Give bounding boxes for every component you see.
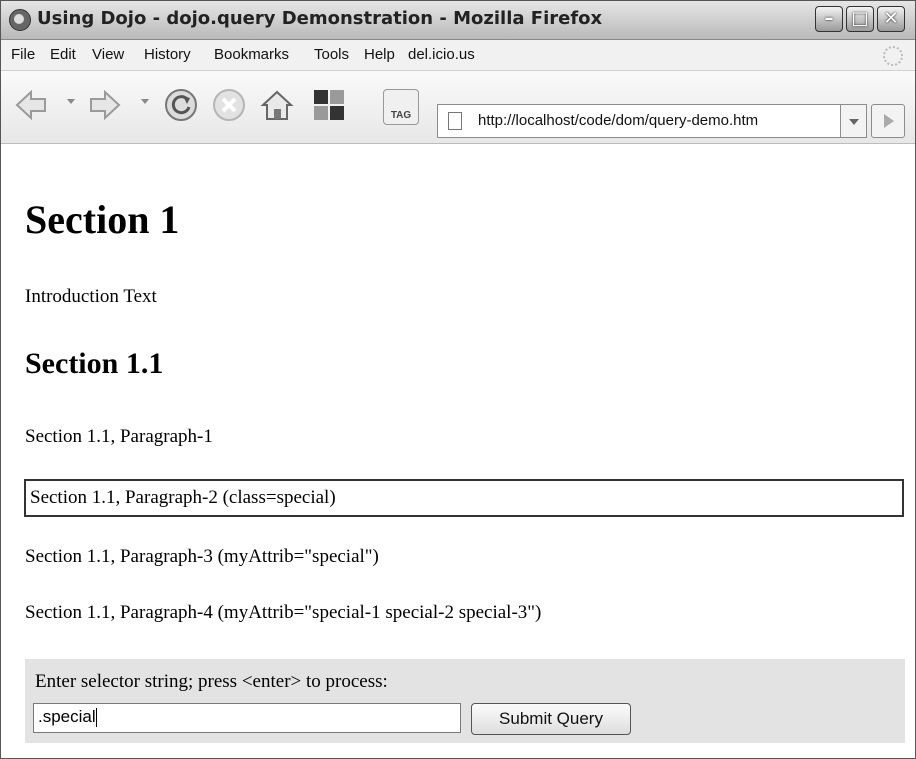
maximize-button[interactable]: □ (846, 6, 874, 32)
activity-spinner-icon (883, 46, 903, 66)
dashboard-icon[interactable] (311, 87, 347, 123)
section-heading-1-1: Section 1.1 (25, 347, 164, 380)
paragraph-3: Section 1.1, Paragraph-3 (myAttrib="spec… (25, 546, 379, 567)
paragraph-2-highlighted: Section 1.1, Paragraph-2 (class=special) (24, 479, 904, 517)
page-content: Section 1 Introduction Text Section 1.1 … (1, 144, 915, 758)
forward-dropdown-icon[interactable] (141, 99, 149, 104)
menu-help[interactable]: Help (364, 46, 395, 63)
intro-paragraph: Introduction Text (25, 286, 157, 307)
window-title: Using Dojo - dojo.query Demonstration - … (37, 8, 603, 29)
menu-tools[interactable]: Tools (314, 46, 349, 63)
page-icon (448, 112, 462, 130)
url-bar[interactable]: http://localhost/code/dom/query-demo.htm (437, 104, 841, 138)
back-icon[interactable] (13, 87, 49, 123)
navigation-toolbar: TAG http://localhost/code/dom/query-demo… (1, 71, 915, 144)
title-bar: Using Dojo - dojo.query Demonstration - … (1, 1, 915, 40)
text-caret (95, 708, 97, 728)
menu-file[interactable]: File (11, 46, 35, 63)
submit-query-button[interactable]: Submit Query (471, 703, 631, 735)
maximize-icon: □ (851, 8, 869, 29)
firefox-icon (9, 9, 31, 31)
menu-edit[interactable]: Edit (50, 46, 76, 63)
menu-history[interactable]: History (144, 46, 191, 63)
back-dropdown-icon[interactable] (67, 99, 75, 104)
selector-input[interactable]: .special (33, 703, 461, 733)
browser-window: Using Dojo - dojo.query Demonstration - … (0, 0, 916, 759)
menu-bar: File Edit View History Bookmarks Tools H… (1, 40, 915, 71)
home-icon[interactable] (259, 87, 295, 123)
tag-label: TAG (390, 110, 412, 121)
query-panel: Enter selector string; press <enter> to … (25, 659, 905, 743)
query-label: Enter selector string; press <enter> to … (35, 671, 388, 692)
section-heading-1: Section 1 (25, 197, 180, 242)
go-icon[interactable] (871, 104, 905, 138)
forward-icon[interactable] (87, 87, 123, 123)
close-button[interactable]: ✕ (877, 6, 905, 32)
minimize-icon: – (824, 8, 834, 29)
paragraph-2: Section 1.1, Paragraph-2 (class=special) (30, 487, 336, 508)
menu-delicious[interactable]: del.icio.us (408, 46, 475, 63)
selector-input-value: .special (38, 707, 96, 726)
menu-bookmarks[interactable]: Bookmarks (214, 46, 289, 63)
paragraph-1: Section 1.1, Paragraph-1 (25, 426, 213, 447)
menu-view[interactable]: View (92, 46, 124, 63)
paragraph-4: Section 1.1, Paragraph-4 (myAttrib="spec… (25, 602, 542, 623)
url-dropdown-button[interactable] (841, 104, 867, 138)
url-text[interactable]: http://localhost/code/dom/query-demo.htm (478, 112, 758, 129)
stop-icon[interactable] (211, 87, 247, 123)
tag-icon[interactable]: TAG (383, 89, 419, 125)
minimize-button[interactable]: – (815, 6, 843, 32)
close-icon: ✕ (883, 8, 899, 29)
reload-icon[interactable] (163, 87, 199, 123)
